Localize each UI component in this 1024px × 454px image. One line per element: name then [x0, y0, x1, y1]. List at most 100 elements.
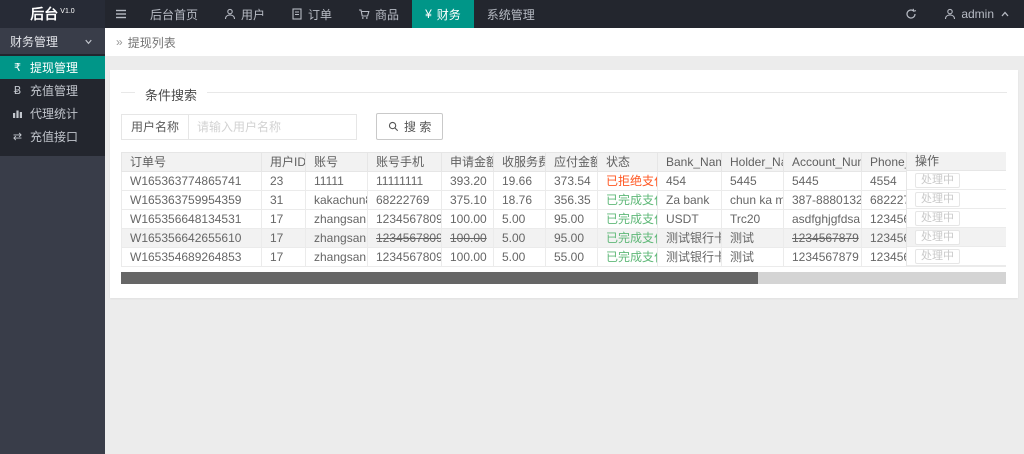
sidebar-section-finance[interactable]: 财务管理 [0, 28, 105, 54]
cell-bank-name: 测试银行卡 [658, 248, 722, 267]
table-row: W165363759954359 31 kakachun89 68222769 … [122, 191, 1007, 210]
status-badge: 已完成支付 [598, 229, 658, 248]
cell-service-fee: 5.00 [494, 210, 546, 229]
nav-item-label: 系统管理 [487, 6, 535, 23]
cell-bank-name: 测试银行卡 [658, 229, 722, 248]
fixed-operation-column: 操作 处理中 处理中 处理中 处理中 处理中 [906, 152, 1006, 266]
table-row: W165356642655610 17 zhangsan 12345678099… [122, 229, 1007, 248]
sidebar-item-label: 充值管理 [30, 82, 78, 99]
cell-account: kakachun89 [306, 191, 368, 210]
cell-apply-amount: 100.00 [442, 229, 494, 248]
refresh-icon[interactable] [891, 0, 931, 28]
cell-account-number: 1234567879 [784, 248, 862, 267]
order-icon [291, 8, 303, 20]
nav-item-goods[interactable]: 商品 [345, 0, 412, 28]
cell-user-id: 17 [262, 210, 306, 229]
status-badge: 已完成支付 [598, 210, 658, 229]
processing-button[interactable]: 处理中 [915, 192, 960, 207]
search-legend: 条件搜索 [135, 85, 207, 104]
operation-cell: 处理中 [907, 247, 1006, 266]
cell-order-no: W165354689264853 [122, 248, 262, 267]
admin-name: admin [961, 7, 994, 21]
search-button-label: 搜 索 [404, 118, 431, 135]
admin-menu[interactable]: admin [931, 0, 1024, 28]
search-icon [388, 121, 399, 132]
operation-cell: 处理中 [907, 171, 1006, 190]
horizontal-scrollbar[interactable] [121, 272, 1006, 284]
col-payable: 应付金额 [546, 153, 598, 172]
main-area: » 提现列表 条件搜索 用户名称 搜 索 [105, 28, 1024, 454]
user-icon [224, 8, 236, 20]
chevron-down-icon [82, 36, 95, 47]
cell-apply-amount: 393.20 [442, 172, 494, 191]
processing-button[interactable]: 处理中 [915, 211, 960, 226]
table-row: W165363774865741 23 11111 11111111 393.2… [122, 172, 1007, 191]
table-scroll-area[interactable]: 订单号 用户ID 账号 账号手机 申请金额 收服务费 应付金额 状态 Bank_… [121, 152, 1006, 267]
sidebar-item-withdraw[interactable]: ₹ 提现管理 [0, 56, 105, 79]
processing-button[interactable]: 处理中 [915, 249, 960, 264]
operation-cell: 处理中 [907, 190, 1006, 209]
sidebar-item-recharge-api[interactable]: ⇄ 充值接口 [0, 125, 105, 148]
processing-button[interactable]: 处理中 [915, 173, 960, 188]
navbar-right: admin [891, 0, 1024, 28]
status-badge: 已拒绝支付 [598, 172, 658, 191]
cell-account-phone: 12345678099 [368, 248, 442, 267]
cell-apply-amount: 100.00 [442, 248, 494, 267]
nav-item-finance[interactable]: ¥ 财务 [412, 0, 474, 28]
cell-user-id: 23 [262, 172, 306, 191]
status-badge: 已完成支付 [598, 191, 658, 210]
breadcrumb-label: 提现列表 [128, 34, 176, 51]
nav-item-label: 订单 [308, 6, 332, 23]
sidebar-item-label: 提现管理 [30, 59, 78, 76]
table-row: W165354689264853 17 zhangsan 12345678099… [122, 248, 1007, 267]
table-row: W165356648134531 17 zhangsan 12345678099… [122, 210, 1007, 229]
col-bank-name: Bank_Name [658, 153, 722, 172]
nav-item-label: 用户 [241, 6, 265, 23]
cell-account-phone: 12345678099 [368, 229, 442, 248]
col-account-phone: 账号手机 [368, 153, 442, 172]
col-holder-name: Holder_Name [722, 153, 784, 172]
username-field-label: 用户名称 [121, 114, 189, 140]
cell-account: zhangsan [306, 210, 368, 229]
sidebar-item-label: 充值接口 [30, 128, 78, 145]
cell-service-fee: 19.66 [494, 172, 546, 191]
processing-button[interactable]: 处理中 [915, 230, 960, 245]
cell-apply-amount: 375.10 [442, 191, 494, 210]
nav-item-orders[interactable]: 订单 [278, 0, 345, 28]
cell-payable: 356.35 [546, 191, 598, 210]
operation-cell: 处理中 [907, 209, 1006, 228]
hamburger-icon[interactable] [105, 0, 137, 28]
cell-account: zhangsan [306, 229, 368, 248]
cell-user-id: 17 [262, 248, 306, 267]
recharge-icon: Ƀ [11, 84, 24, 97]
cell-user-id: 17 [262, 229, 306, 248]
app-logo-text: 后台 [30, 4, 58, 24]
search-button[interactable]: 搜 索 [376, 113, 443, 140]
col-service-fee: 收服务费 [494, 153, 546, 172]
sidebar-item-recharge[interactable]: Ƀ 充值管理 [0, 79, 105, 102]
app-logo: 后台 V1.0 [0, 0, 105, 28]
nav-item-home[interactable]: 后台首页 [137, 0, 211, 28]
sidebar-section-label: 财务管理 [10, 33, 58, 50]
api-icon: ⇄ [11, 130, 24, 143]
cell-account-number: 5445 [784, 172, 862, 191]
sidebar-item-agent-stats[interactable]: 代理统计 [0, 102, 105, 125]
cell-payable: 55.00 [546, 248, 598, 267]
col-apply-amount: 申请金额 [442, 153, 494, 172]
nav-item-system[interactable]: 系统管理 [474, 0, 548, 28]
cell-account: zhangsan [306, 248, 368, 267]
app-version: V1.0 [60, 8, 74, 15]
username-input[interactable] [189, 114, 357, 140]
status-badge: 已完成支付 [598, 248, 658, 267]
horizontal-scrollbar-thumb[interactable] [121, 272, 758, 284]
cell-payable: 95.00 [546, 229, 598, 248]
cell-payable: 373.54 [546, 172, 598, 191]
stats-icon [11, 108, 24, 119]
nav-item-users[interactable]: 用户 [211, 0, 278, 28]
cell-apply-amount: 100.00 [442, 210, 494, 229]
cell-account: 11111 [306, 172, 368, 191]
sidebar-item-label: 代理统计 [30, 105, 78, 122]
cell-service-fee: 5.00 [494, 229, 546, 248]
top-navbar: 后台 V1.0 后台首页 用户 订单 商品 ¥ 财务 系统管理 admin [0, 0, 1024, 28]
cell-account-phone: 12345678099 [368, 210, 442, 229]
